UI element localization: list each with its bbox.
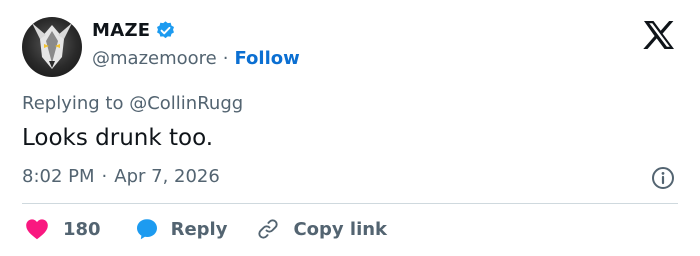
reply-button[interactable]: Reply	[135, 217, 228, 241]
verified-badge-icon	[157, 21, 175, 39]
heart-icon	[26, 219, 48, 240]
copy-link-label: Copy link	[293, 218, 388, 240]
author-handle[interactable]: @mazemoore	[92, 48, 217, 69]
action-bar: 180 Reply Copy link	[25, 217, 387, 241]
reply-mention-link[interactable]: @CollinRugg	[129, 93, 243, 114]
like-count: 180	[63, 218, 101, 240]
replying-to: Replying to @CollinRugg	[22, 93, 243, 114]
author-name[interactable]: MAZE	[92, 20, 150, 41]
separator-dot: ·	[222, 48, 229, 69]
avatar[interactable]	[22, 17, 82, 77]
like-button[interactable]: 180	[25, 218, 101, 240]
tweet-time: 8:02 PM	[22, 166, 95, 187]
link-icon	[258, 219, 279, 239]
copy-link-button[interactable]: Copy link	[257, 218, 387, 240]
author-handle-row: @mazemoore · Follow	[92, 48, 300, 69]
wolf-avatar-icon	[32, 23, 72, 69]
info-icon[interactable]	[651, 166, 675, 190]
tweet-timestamp[interactable]: 8:02 PM · Apr 7, 2026	[22, 166, 220, 187]
separator-dot: ·	[101, 166, 108, 187]
author-name-row: MAZE	[92, 20, 176, 41]
x-logo-icon[interactable]	[643, 20, 675, 50]
reply-prefix: Replying to	[22, 93, 124, 114]
speech-bubble-icon	[136, 219, 157, 240]
tweet-text: Looks drunk too.	[22, 125, 214, 151]
reply-label: Reply	[170, 218, 228, 240]
divider	[22, 203, 678, 204]
follow-button[interactable]: Follow	[234, 48, 299, 69]
tweet-date: Apr 7, 2026	[114, 166, 220, 187]
